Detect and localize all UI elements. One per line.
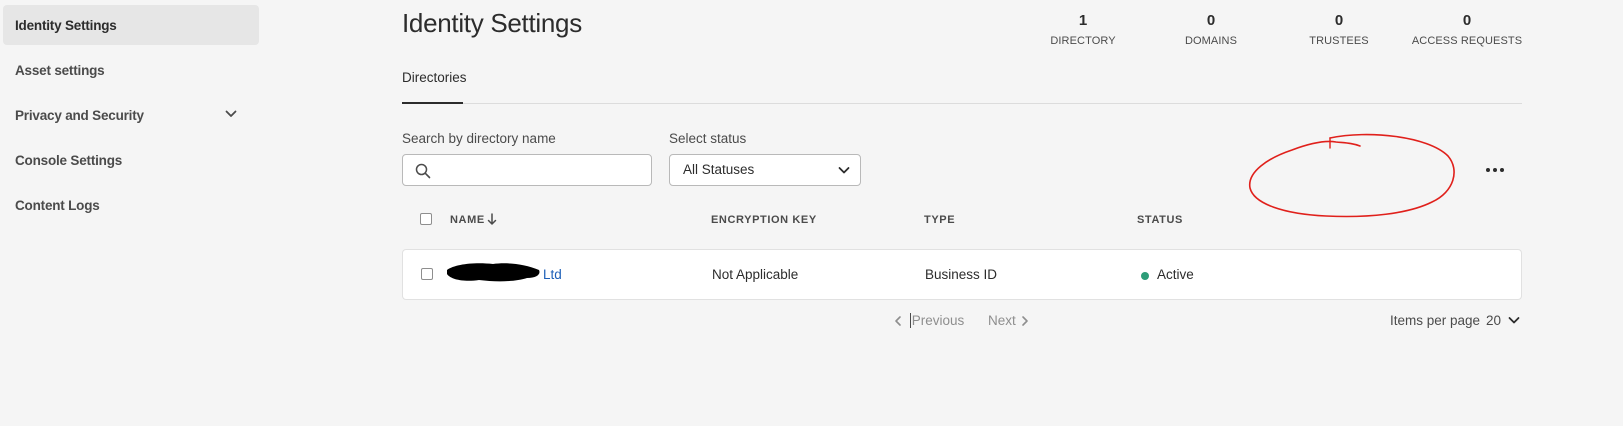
sidebar-item-label: Content Logs [15,197,100,213]
sidebar-item-label: Asset settings [15,62,105,78]
stat-domains: 0 DOMAINS [1141,12,1281,47]
stat-label: TRUSTEES [1309,35,1369,47]
previous-label: Previous [909,313,965,328]
status-dot-icon [1141,272,1149,280]
redaction-mark [447,263,540,282]
type-value: Business ID [925,267,998,282]
sidebar-item-privacy-and-security[interactable]: Privacy and Security [3,95,259,135]
encryption-key-value: Not Applicable [712,267,799,282]
column-header-encryption-key: ENCRYPTION KEY [711,214,817,226]
annotation-circle [1249,133,1455,218]
table-row[interactable]: Ltd Not Applicable Business ID Active [402,249,1522,300]
tab-directories[interactable]: Directories [402,70,467,85]
stat-trustees: 0 TRUSTEES [1269,12,1409,47]
more-horizontal-icon[interactable] [1482,160,1508,180]
next-button[interactable]: Next [988,313,1030,328]
column-header-name[interactable]: NAME [450,214,485,226]
column-header-status: STATUS [1137,214,1183,226]
stat-directory: 1 DIRECTORY [1013,12,1153,47]
chevron-down-icon[interactable] [225,109,237,119]
chevron-down-icon[interactable] [1508,316,1520,325]
previous-button[interactable]: Previous [893,313,965,328]
items-per-page-label: Items per page [1390,313,1481,328]
chevron-down-icon [838,167,850,174]
sidebar-item-label: Privacy and Security [15,107,144,123]
tab-divider [402,103,1522,104]
stat-value: 0 [1206,12,1216,29]
select-all-checkbox[interactable] [420,213,432,225]
stat-label: ACCESS REQUESTS [1411,35,1523,47]
row-checkbox[interactable] [421,268,433,280]
stat-value: 0 [1334,12,1344,29]
search-field[interactable] [402,154,652,186]
chevron-right-icon [1021,316,1028,327]
directory-name-link[interactable]: Ltd [543,267,562,282]
stat-value: 1 [1078,12,1088,29]
sidebar-item-label: Console Settings [15,152,123,168]
sidebar-item-console-settings[interactable]: Console Settings [3,140,259,180]
search-input[interactable] [439,159,648,183]
status-select-value: All Statuses [683,162,755,177]
tab-selected-indicator [402,102,463,104]
sidebar-item-label: Identity Settings [15,17,117,33]
search-icon [415,163,431,179]
column-header-type: TYPE [924,214,956,226]
items-per-page-select[interactable]: 20 [1486,313,1501,328]
status-label: Select status [669,131,747,146]
sidebar-item-content-logs[interactable]: Content Logs [3,185,259,225]
page-title: Identity Settings [402,8,582,38]
stat-label: DOMAINS [1184,35,1238,47]
chevron-left-icon [895,316,901,327]
stat-value: 0 [1462,12,1472,29]
arrow-down-icon[interactable] [487,213,497,226]
next-label: Next [988,313,1016,328]
sidebar: Identity Settings Asset settings Privacy… [0,0,262,426]
sidebar-item-asset-settings[interactable]: Asset settings [3,50,259,90]
status-value: Active [1157,267,1194,282]
status-select[interactable]: All Statuses [669,154,861,186]
stat-label: DIRECTORY [1050,35,1116,47]
search-label: Search by directory name [402,131,556,146]
stat-access-requests: 0 ACCESS REQUESTS [1397,12,1537,47]
sidebar-item-identity-settings[interactable]: Identity Settings [3,5,259,45]
